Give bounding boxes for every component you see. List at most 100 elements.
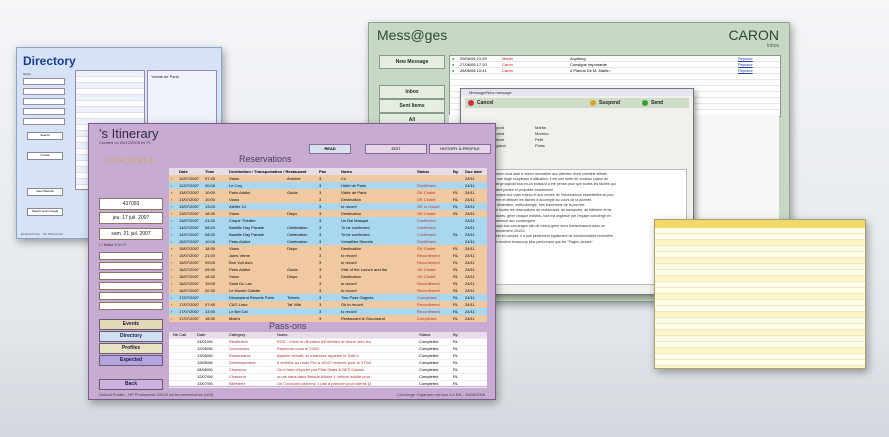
table-row[interactable]: ▪ 16/07/2007 19:00 Saint Du Lac 3 to reconf Re… [169, 280, 487, 287]
sent-items-button[interactable]: Sent Items [379, 99, 445, 113]
expected-button[interactable]: Expected [99, 355, 163, 366]
row-icon: ▪ [171, 239, 173, 244]
yellow-table-rows [655, 228, 865, 368]
reservations-header: Date Time Destination / Transportation /… [169, 168, 487, 175]
folder-label: Inbox [766, 43, 779, 49]
row-icon: ▪ [171, 267, 173, 272]
table-row[interactable]: ▪ 16/07/2007 09:00 Bon Voll Asni 3 to reconf R… [169, 259, 487, 266]
table-row[interactable]: ▪ 12/07/2007 07:45 Viano Antoine 3 Cx 24/11 [169, 175, 487, 182]
table-window [654, 219, 866, 369]
row-icon: ▪ [171, 295, 173, 300]
table-row[interactable]: ▪ 16/07/2007 09:30 Paris Addict Guide 3 Visit … [169, 266, 487, 273]
search-button[interactable]: Search [27, 132, 63, 140]
table-row[interactable]: ▪ 13/07/2007 21:00 Cirque Théâtre 3 Un Bal Ma… [169, 217, 487, 224]
messages-title: Mess@ges [377, 27, 448, 43]
back-button[interactable]: Back [99, 379, 163, 390]
departure-field[interactable]: sam. 21 juil. 2007 [99, 228, 163, 240]
directory-title: Directory [23, 54, 76, 68]
directory-field[interactable] [23, 98, 65, 105]
guest-field[interactable] [99, 282, 163, 290]
row-icon: ▪ [171, 274, 173, 279]
row-icon: ▪ [171, 253, 173, 258]
search-google-button[interactable]: Search web Google [27, 208, 63, 216]
reservations-title: Reservations [239, 154, 292, 164]
guest-field[interactable] [99, 292, 163, 300]
tab-edit[interactable]: EDIT [365, 144, 427, 154]
itinerary-subtitle: Created on 05/12/2005 by PL [99, 140, 152, 145]
create-button[interactable]: Create [27, 152, 63, 160]
recipient-list-2[interactable]: Martin Moreno Petit Poiss [535, 125, 549, 149]
tab-read[interactable]: READ [309, 144, 351, 154]
itinerary-footer: Default Printer - HP Photosmart C8100 se… [99, 392, 214, 397]
passons-header: Nb Call Date Category Notes Status By [169, 332, 487, 339]
table-row[interactable]: ▪ 13/07/2007 10:00 Paris Addict Guide 3 Visite… [169, 189, 487, 196]
table-row[interactable]: ▪ 15/07/2007 18:30 Viano Dispo 3 Destination OK… [169, 245, 487, 252]
row-icon: ▪ [171, 204, 173, 209]
concierge-logo: CONCIERGE [104, 156, 156, 165]
tab-history-profile[interactable]: HISTORY & PROFILE [429, 144, 491, 154]
table-header [655, 220, 865, 228]
dialog-titlebar: Message/New message [461, 89, 693, 96]
table-row[interactable]: ▪ 13/07/2007 18:30 Viano Dispo 3 Destination OK… [169, 210, 487, 217]
table-row[interactable]: 28/06/06 Chasseur Un à faire d'épicier par… [169, 367, 487, 374]
room-field[interactable]: 437093 [99, 198, 163, 210]
suspend-button[interactable]: Suspend [589, 99, 620, 107]
name-label: Name [23, 72, 32, 76]
table-row[interactable]: ▪ 16/07/2007 18:30 Viano Dispo 3 Destination OK… [169, 273, 487, 280]
guest-field[interactable] [99, 272, 163, 280]
table-row[interactable]: ▪ 17/07/2007 13:00 Le Bel Cal 3 to reconf Reco… [169, 308, 487, 315]
table-row[interactable]: 13/07/06 Billetterie Un Concours parvenu 1… [169, 381, 487, 388]
passons-table: Nb Call Date Category Notes Status By 24… [169, 332, 487, 388]
cancel-icon [468, 100, 474, 106]
table-row[interactable] [655, 366, 865, 368]
reservations-table: Date Time Destination / Transportation /… [169, 168, 487, 322]
row-icon: ▪ [171, 316, 173, 321]
directory-field[interactable] [23, 108, 65, 115]
directory-field[interactable] [23, 118, 65, 125]
row-icon: ▪ [171, 260, 173, 265]
itinerary-window: 's Itinerary Created on 05/12/2005 by PL… [88, 123, 496, 400]
guest-field[interactable] [99, 302, 163, 310]
table-row[interactable]: ▪ 12/07/2007 20:00 Le Coq 3 Hôtel de Paris Con… [169, 182, 487, 189]
send-icon [642, 100, 648, 106]
table-row[interactable]: 13/05/06 Restaurants Appeler rétrofit, et … [169, 353, 487, 360]
table-row[interactable]: ▪ 14/07/2007 08:20 Bastille Day Parade Celeb… [169, 224, 487, 231]
table-row[interactable]: ▪ 15/07/2007 10:00 Paris Addict Celebration 3… [169, 238, 487, 245]
table-row[interactable]: ▪ 17/07/2007 Disneyland Resorts Paris Ticke… [169, 294, 487, 301]
table-row[interactable]: ▪ 15/07/2007 21:00 Jules Verne 3 to reconf Rec… [169, 252, 487, 259]
row-icon: ▪ [171, 218, 173, 223]
row-icon: ▪ [171, 302, 173, 307]
table-row[interactable]: ▪ 17/07/2007 07:45 C&G Limo Taf Villé 3 Ok to … [169, 301, 487, 308]
table-row[interactable]: ▪ 14/07/2007 08:20 Bastille Day Parade Celeb… [169, 231, 487, 238]
table-row[interactable]: ▪ 16/07/2007 20:30 Le Moulin Galette 3 to rec… [169, 287, 487, 294]
table-row[interactable]: ▪ 13/07/2007 13:00 Atelier 14 3 to reconf OK t… [169, 203, 487, 210]
directory-button[interactable]: Directory [99, 331, 163, 342]
table-row[interactable]: 19/05/06 Divertissement 5 entrées au resto… [169, 360, 487, 367]
cancel-button[interactable]: Cancel [467, 99, 493, 107]
table-row[interactable]: 12/05/06 Limousines Rejoindre nous le 23/0… [169, 346, 487, 353]
table-row[interactable]: ▪ 17/07/2007 18:30 Maxi's 3 Restaurant le Gou… [169, 315, 487, 322]
guest-field[interactable] [99, 252, 163, 260]
new-message-button[interactable]: New Message [379, 55, 445, 69]
inbox-button[interactable]: Inbox [379, 85, 445, 99]
table-row[interactable]: 12/07/06 Chasseur ou as dans dans Afrique … [169, 374, 487, 381]
row-icon: ▪ [171, 190, 173, 195]
table-row[interactable]: ▪ 13/07/2007 10:00 Viano 3 Destination OK Chal… [169, 196, 487, 203]
name-field[interactable] [23, 78, 65, 85]
guest-field[interactable] [99, 262, 163, 270]
events-button[interactable]: Events [99, 319, 163, 330]
profiles-button[interactable]: Profiles [99, 343, 163, 354]
table-row[interactable]: 24/01/06 Restitution RDD : Créer un Bouill… [169, 339, 487, 346]
itinerary-title: 's Itinerary [99, 126, 159, 141]
row-icon: ▪ [171, 288, 173, 293]
row-icon: ▪ [171, 281, 173, 286]
arrival-field[interactable]: jeu. 17 juil. 2007 [99, 212, 163, 224]
row-icon: ▪ [171, 309, 173, 314]
row-icon: ▪ [171, 183, 173, 188]
row-icon: ▪ [171, 211, 173, 216]
view-website-button[interactable]: View Website [27, 188, 63, 196]
send-button[interactable]: Send [641, 99, 663, 107]
directory-field[interactable] [23, 88, 65, 95]
vip-checkbox[interactable]: ☐ Make it V.I.P. [99, 242, 127, 247]
itinerary-left-panel: CONCIERGE 437093 jeu. 17 juil. 2007 sam.… [95, 154, 169, 392]
